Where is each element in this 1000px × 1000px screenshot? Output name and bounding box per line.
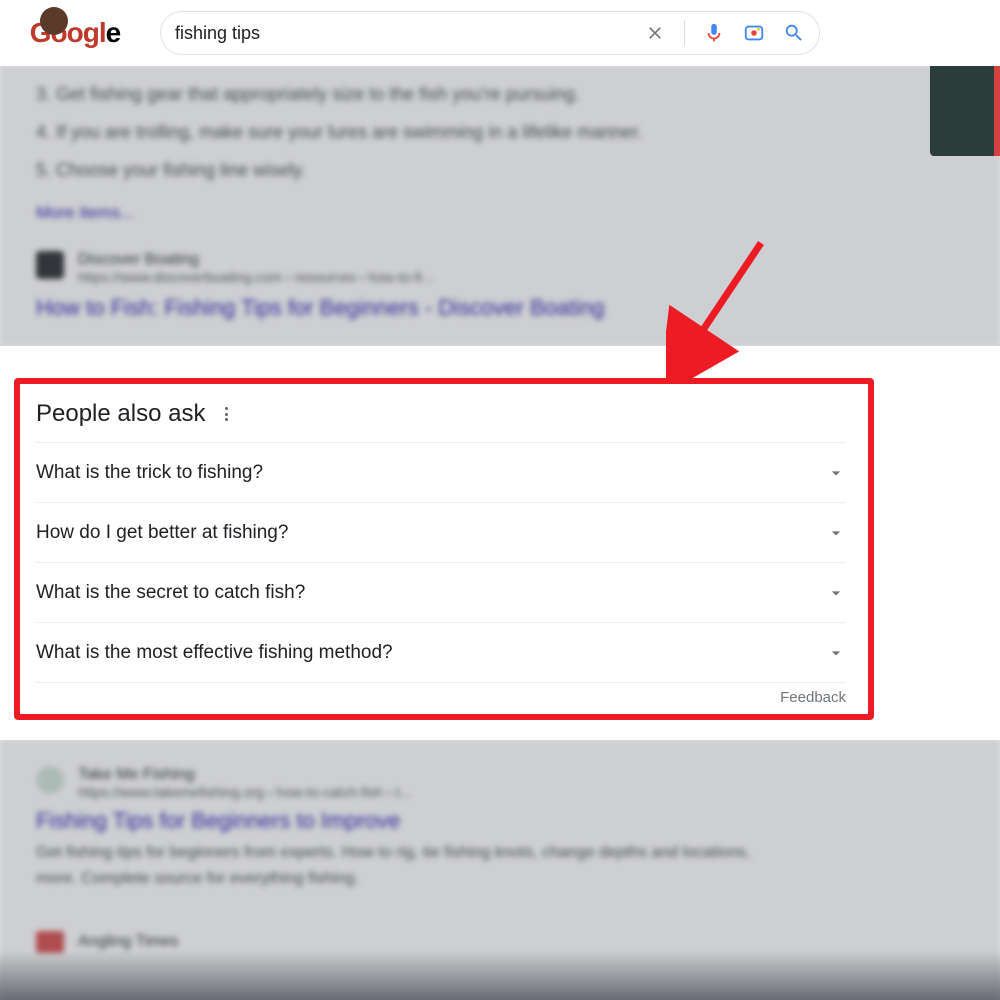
search-bar[interactable] xyxy=(160,11,820,55)
bottom-gradient xyxy=(0,950,1000,1000)
thumbnail-card xyxy=(930,66,1000,156)
paa-footer: Feedback xyxy=(36,682,846,706)
chevron-down-icon xyxy=(826,643,846,663)
paa-question-text: What is the most effective fishing metho… xyxy=(36,642,393,664)
paa-question-text: How do I get better at fishing? xyxy=(36,522,288,544)
google-logo[interactable]: Google xyxy=(20,13,130,53)
voice-search-icon[interactable] xyxy=(703,22,725,44)
searchbar-divider xyxy=(684,20,685,46)
search-icon[interactable] xyxy=(783,22,805,44)
clear-icon[interactable] xyxy=(644,22,666,44)
chevron-down-icon xyxy=(826,583,846,603)
paa-title: People also ask xyxy=(36,400,205,428)
google-doodle-icon xyxy=(40,7,68,35)
paa-question-text: What is the trick to fishing? xyxy=(36,462,263,484)
paa-question-2[interactable]: How do I get better at fishing? xyxy=(36,502,846,562)
search-header: Google xyxy=(0,0,1000,66)
paa-question-1[interactable]: What is the trick to fishing? xyxy=(36,442,846,502)
paa-question-text: What is the secret to catch fish? xyxy=(36,582,305,604)
paa-question-4[interactable]: What is the most effective fishing metho… xyxy=(36,622,846,682)
chevron-down-icon xyxy=(826,523,846,543)
chevron-down-icon xyxy=(826,463,846,483)
paa-question-3[interactable]: What is the secret to catch fish? xyxy=(36,562,846,622)
people-also-ask-section: People also ask What is the trick to fis… xyxy=(0,346,1000,740)
feedback-link[interactable]: Feedback xyxy=(780,689,846,706)
paa-header: People also ask xyxy=(36,400,846,428)
dim-overlay-top xyxy=(0,66,1000,346)
image-search-icon[interactable] xyxy=(743,22,765,44)
searchbar-actions xyxy=(644,20,805,46)
search-input[interactable] xyxy=(175,23,644,44)
more-options-icon[interactable] xyxy=(217,405,235,423)
